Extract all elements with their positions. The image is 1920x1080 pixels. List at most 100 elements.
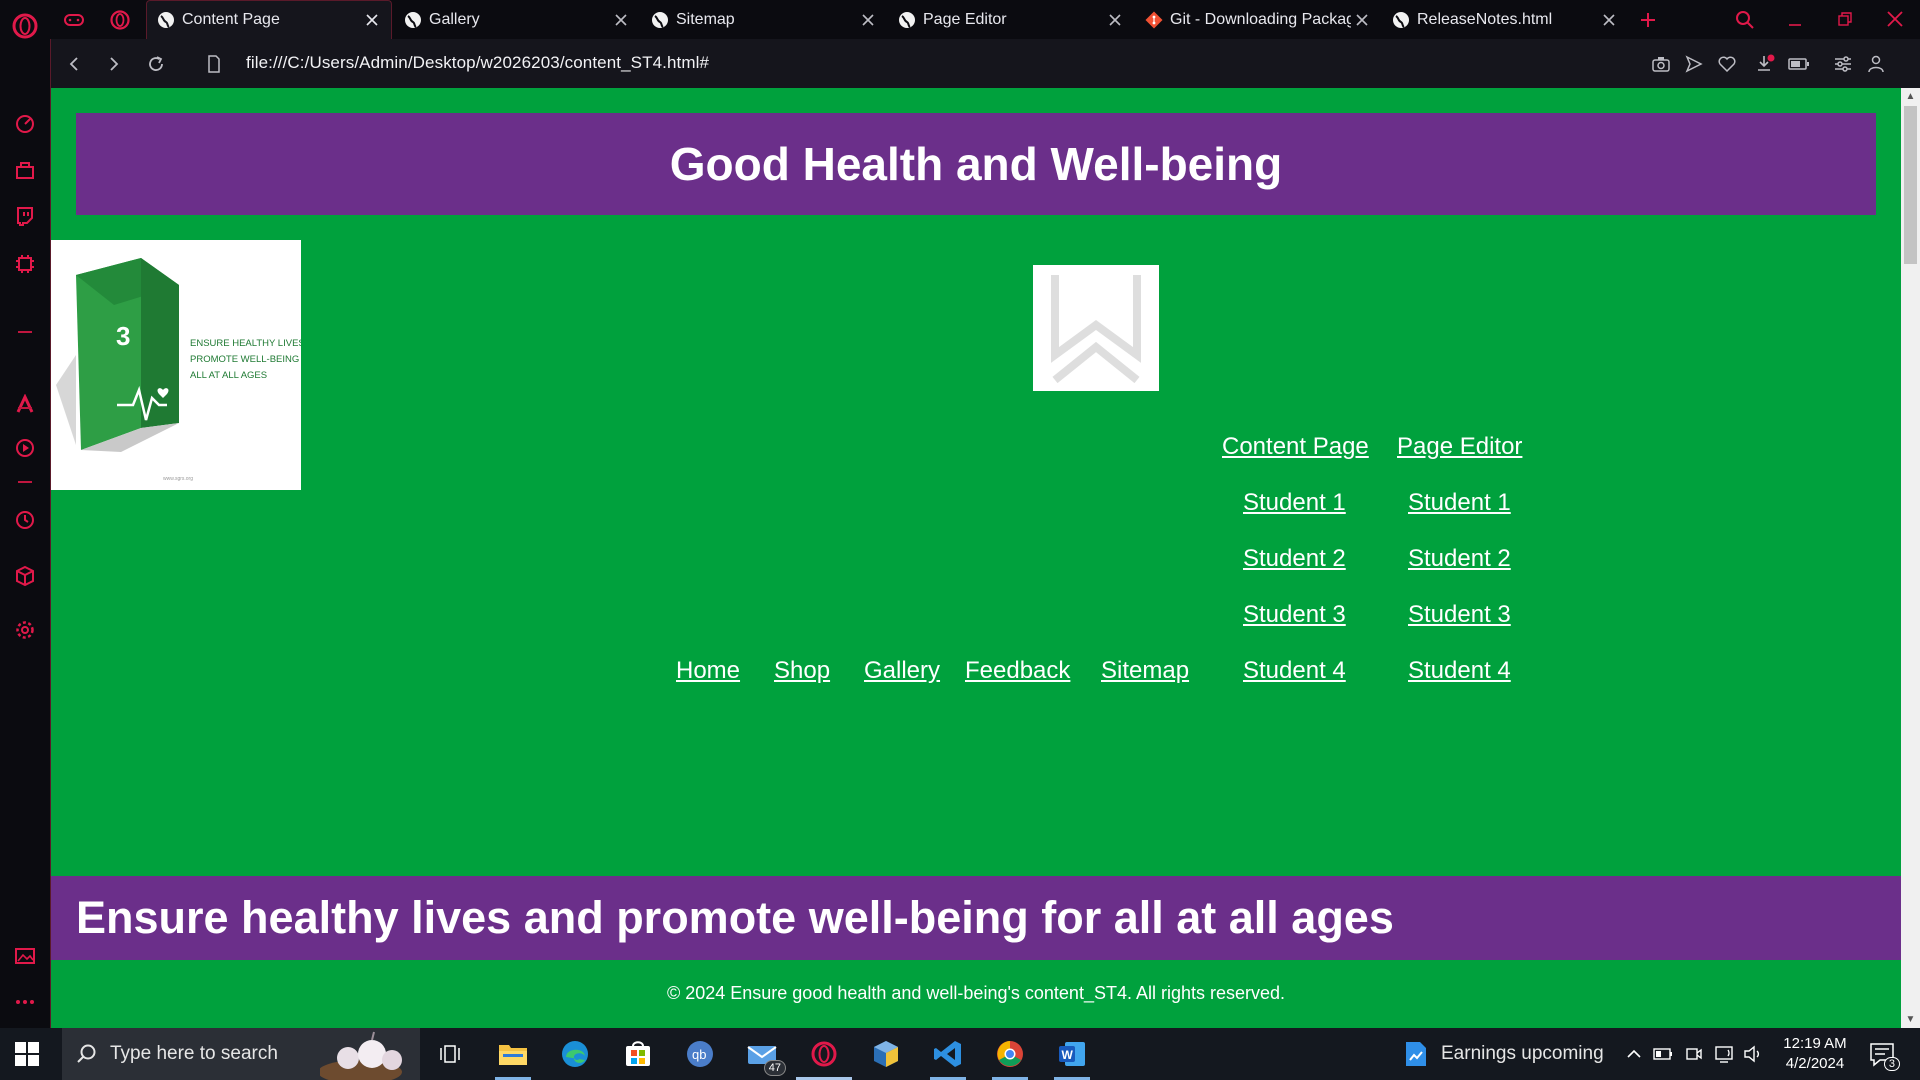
content-student-3-link[interactable]: Student 3 (1243, 601, 1346, 629)
back-icon[interactable] (61, 51, 87, 77)
url-field[interactable]: file:///C:/Users/Admin/Desktop/w2026203/… (246, 53, 709, 73)
more-dots-icon[interactable] (12, 989, 38, 1015)
opera-gx-taskbar-icon[interactable] (806, 1036, 842, 1072)
nav-feedback-link[interactable]: Feedback (965, 657, 1070, 685)
scroll-down-arrow-icon[interactable]: ▼ (1905, 1014, 1916, 1025)
close-tab-icon[interactable] (1104, 9, 1126, 31)
close-tab-icon[interactable] (857, 9, 879, 31)
forward-icon[interactable] (101, 51, 127, 77)
history-clock-icon[interactable] (12, 507, 38, 533)
minimize-icon[interactable] (1780, 6, 1810, 32)
clock-date: 4/2/2024 (1785, 1055, 1845, 1072)
opera-logo-icon[interactable] (10, 11, 40, 41)
editor-student-3-link[interactable]: Student 3 (1408, 601, 1511, 629)
editor-student-4-link[interactable]: Student 4 (1408, 657, 1511, 685)
qbittorrent-icon[interactable]: qb (682, 1036, 718, 1072)
notification-center-icon[interactable]: 3 (1868, 1041, 1900, 1071)
file-explorer-icon[interactable] (495, 1036, 531, 1072)
task-view-icon[interactable] (432, 1036, 468, 1072)
battery-saver-icon[interactable] (1786, 51, 1812, 77)
profile-icon[interactable] (1863, 51, 1889, 77)
settings-gear-icon[interactable] (12, 617, 38, 643)
stocks-document-icon (1406, 1042, 1426, 1066)
tab-search-icon[interactable] (1733, 8, 1757, 32)
gx-controller-icon[interactable] (62, 8, 86, 32)
gx-corner-icon[interactable] (12, 157, 38, 183)
sdg3-goal-image: 3 ENSURE HEALTHY LIVES AND PROMOTE WELL-… (51, 240, 327, 490)
editor-student-1-link[interactable]: Student 1 (1408, 489, 1511, 517)
edge-icon[interactable] (557, 1036, 593, 1072)
player-icon[interactable] (12, 435, 38, 461)
tray-chevron-up-icon[interactable] (1623, 1043, 1645, 1065)
windows-start-icon[interactable] (14, 1041, 40, 1067)
content-student-2-link[interactable]: Student 2 (1243, 545, 1346, 573)
reload-icon[interactable] (143, 51, 169, 77)
svg-text:qb: qb (692, 1047, 706, 1062)
nav-home-link[interactable]: Home (676, 657, 740, 685)
volume-icon[interactable] (1742, 1043, 1764, 1065)
tab-git-downloading-package[interactable]: Git - Downloading Package (1135, 0, 1381, 39)
svg-text:ENSURE HEALTHY LIVES AND: ENSURE HEALTHY LIVES AND (190, 338, 301, 349)
microsoft-store-icon[interactable] (620, 1036, 656, 1072)
nav-gallery-link[interactable]: Gallery (864, 657, 940, 685)
word-icon[interactable]: W (1054, 1036, 1090, 1072)
sidebar-divider (18, 407, 32, 409)
chrome-icon[interactable] (992, 1036, 1028, 1072)
restore-icon[interactable] (1830, 6, 1860, 32)
globe-icon (899, 11, 915, 28)
network-icon[interactable] (1713, 1043, 1735, 1065)
tab-releasenotes[interactable]: ReleaseNotes.html (1382, 0, 1628, 39)
virtualbox-icon[interactable] (868, 1036, 904, 1072)
tab-sitemap[interactable]: Sitemap (641, 0, 887, 39)
sidebar (0, 39, 51, 1028)
aria-ai-icon[interactable] (12, 391, 38, 417)
page-scrollbar[interactable]: ▲ ▼ (1901, 88, 1920, 1028)
close-tab-icon[interactable] (1598, 9, 1620, 31)
content-student-4-link[interactable]: Student 4 (1243, 657, 1346, 685)
wallpaper-icon[interactable] (12, 943, 38, 969)
bookmark-heart-icon[interactable] (1714, 51, 1740, 77)
snapshot-camera-icon[interactable] (1648, 51, 1674, 77)
easy-setup-icon[interactable] (1830, 51, 1856, 77)
twitch-icon[interactable] (12, 203, 38, 229)
globe-icon (158, 12, 174, 28)
opera-menu-icon[interactable] (108, 8, 132, 32)
downloads-icon[interactable] (1752, 51, 1778, 77)
new-tab-plus-icon[interactable] (1636, 8, 1660, 32)
mail-icon[interactable]: 47 (744, 1036, 786, 1076)
extensions-cube-icon[interactable] (12, 563, 38, 589)
mail-unread-badge: 47 (763, 1060, 786, 1076)
page-info-icon[interactable] (201, 51, 227, 77)
hardware-limiter-icon[interactable] (12, 251, 38, 277)
tab-page-editor[interactable]: Page Editor (888, 0, 1134, 39)
search-highlight-garlic-icon (320, 1031, 402, 1080)
meet-now-icon[interactable] (1683, 1043, 1705, 1065)
nav-sitemap-link[interactable]: Sitemap (1101, 657, 1189, 685)
taskbar-search-box[interactable]: Type here to search (62, 1028, 420, 1080)
close-window-icon[interactable] (1880, 6, 1910, 32)
editor-student-2-link[interactable]: Student 2 (1408, 545, 1511, 573)
close-tab-icon[interactable] (361, 9, 383, 31)
content-student-1-link[interactable]: Student 1 (1243, 489, 1346, 517)
scroll-up-arrow-icon[interactable]: ▲ (1905, 91, 1916, 102)
nav-shop-link[interactable]: Shop (774, 657, 830, 685)
vscode-icon[interactable] (930, 1036, 966, 1072)
send-icon[interactable] (1681, 51, 1707, 77)
globe-icon (405, 11, 421, 28)
address-bar: file:///C:/Users/Admin/Desktop/w2026203/… (51, 39, 1920, 88)
tab-gallery[interactable]: Gallery (394, 0, 640, 39)
tab-title: Page Editor (923, 10, 1007, 28)
close-tab-icon[interactable] (1351, 9, 1373, 31)
content-page-link[interactable]: Content Page (1222, 433, 1369, 461)
news-widget[interactable]: Earnings upcoming (1403, 1028, 1604, 1080)
battery-icon[interactable] (1652, 1043, 1674, 1065)
system-clock[interactable]: 12:19 AM 4/2/2024 (1778, 1034, 1852, 1074)
close-tab-icon[interactable] (610, 9, 632, 31)
clock-time: 12:19 AM (1783, 1035, 1847, 1052)
sidebar-divider (18, 481, 32, 483)
page-title: Good Health and Well-being (669, 138, 1283, 190)
tab-content-page[interactable]: Content Page (146, 0, 392, 39)
gx-control-icon[interactable] (12, 111, 38, 137)
page-editor-link[interactable]: Page Editor (1397, 433, 1522, 461)
scrollbar-thumb[interactable] (1904, 106, 1917, 264)
